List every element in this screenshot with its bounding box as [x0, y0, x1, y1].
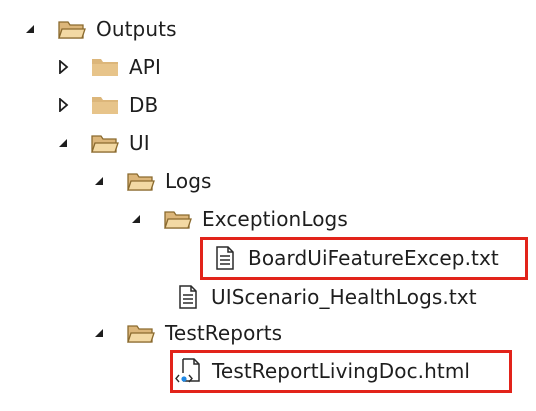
tree-item-uiscenario-healthlogs-txt[interactable]: UIScenario_HealthLogs.txt	[175, 280, 477, 314]
expanded-arrow-icon[interactable]	[91, 173, 107, 189]
text-file-icon	[212, 244, 238, 272]
tree-item-ui[interactable]: UI	[55, 126, 150, 160]
folder-icon	[89, 91, 121, 119]
tree-item-logs[interactable]: Logs	[91, 164, 212, 198]
text-file-icon	[175, 283, 201, 311]
folder-open-icon	[89, 129, 121, 157]
tree-item-outputs[interactable]: Outputs	[22, 12, 177, 46]
expanded-arrow-icon[interactable]	[55, 135, 71, 151]
folder-open-icon	[56, 15, 88, 43]
folder-open-icon	[162, 205, 194, 233]
tree-item-label: DB	[129, 93, 159, 117]
expanded-arrow-icon[interactable]	[22, 21, 38, 37]
expanded-arrow-icon[interactable]	[128, 211, 144, 227]
html-file-icon	[174, 357, 204, 385]
expanded-arrow-icon[interactable]	[91, 325, 107, 341]
tree-item-label: UI	[129, 131, 150, 155]
tree-item-exceptionlogs[interactable]: ExceptionLogs	[128, 202, 348, 236]
tree-item-db[interactable]: DB	[55, 88, 158, 122]
solution-explorer-tree: Outputs API DB UI Logs ExceptionLogs Boa…	[0, 0, 536, 411]
folder-icon	[89, 53, 121, 81]
tree-item-api[interactable]: API	[55, 50, 161, 84]
collapsed-arrow-icon[interactable]	[55, 59, 71, 75]
tree-item-label: ExceptionLogs	[202, 207, 348, 231]
tree-item-testreportlivingdoc-html[interactable]: TestReportLivingDoc.html	[174, 354, 470, 388]
tree-item-testreports[interactable]: TestReports	[91, 316, 282, 350]
collapsed-arrow-icon[interactable]	[55, 97, 71, 113]
tree-item-label: TestReportLivingDoc.html	[212, 359, 471, 383]
tree-item-label: API	[129, 55, 161, 79]
tree-item-boarduifeatureexcep-txt[interactable]: BoardUiFeatureExcep.txt	[212, 241, 499, 275]
tree-item-label: BoardUiFeatureExcep.txt	[248, 246, 499, 270]
tree-item-label: UIScenario_HealthLogs.txt	[211, 285, 477, 309]
folder-open-icon	[125, 319, 157, 347]
tree-item-label: TestReports	[165, 321, 283, 345]
tree-item-label: Outputs	[96, 17, 177, 41]
tree-item-label: Logs	[165, 169, 212, 193]
folder-open-icon	[125, 167, 157, 195]
